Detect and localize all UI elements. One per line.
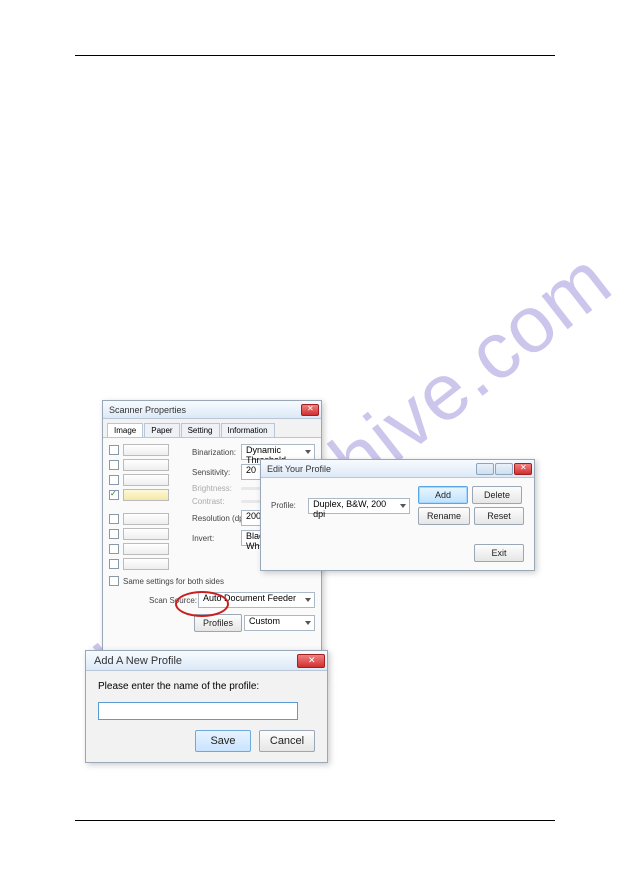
front-bw-swatch <box>123 489 169 501</box>
close-icon[interactable] <box>297 654 325 668</box>
rear-bw-swatch <box>123 558 169 570</box>
reset-button[interactable]: Reset <box>474 507 524 525</box>
list-item[interactable] <box>109 444 188 456</box>
custom-value: Custom <box>249 616 280 626</box>
checkbox-icon[interactable] <box>109 475 119 485</box>
binarization-select[interactable]: Dynamic Threshold <box>241 444 315 460</box>
scanner-properties-titlebar[interactable]: Scanner Properties <box>103 401 321 419</box>
tab-information[interactable]: Information <box>221 423 275 437</box>
cancel-button[interactable]: Cancel <box>259 730 315 752</box>
add-profile-dialog: Add A New Profile Please enter the name … <box>85 650 328 763</box>
brightness-label: Brightness: <box>192 484 237 493</box>
sensitivity-input[interactable]: 20 <box>241 464 261 480</box>
tab-setting[interactable]: Setting <box>181 423 220 437</box>
scan-source-value: Auto Document Feeder <box>203 593 296 603</box>
rename-button[interactable]: Rename <box>418 507 470 525</box>
profile-select[interactable]: Duplex, B&W, 200 dpi <box>308 498 410 514</box>
rear-gray-swatch <box>123 543 169 555</box>
checkbox-icon[interactable] <box>109 544 119 554</box>
contrast-label: Contrast: <box>192 497 237 506</box>
checkbox-icon[interactable] <box>109 445 119 455</box>
profiles-button[interactable]: Profiles <box>194 614 242 632</box>
scanner-properties-title: Scanner Properties <box>109 405 186 415</box>
close-icon[interactable] <box>514 463 532 475</box>
rear-color-swatch <box>123 528 169 540</box>
front-auto-color-swatch <box>123 444 169 456</box>
sensitivity-label: Sensitivity: <box>192 468 237 477</box>
resolution-label: Resolution (dpi): <box>192 514 237 523</box>
edit-profile-title: Edit Your Profile <box>267 464 331 474</box>
delete-button[interactable]: Delete <box>472 486 522 504</box>
scan-source-select[interactable]: Auto Document Feeder <box>198 592 315 608</box>
same-settings-label: Same settings for both sides <box>123 577 224 586</box>
tab-image[interactable]: Image <box>107 423 143 437</box>
checkbox-icon[interactable] <box>109 559 119 569</box>
list-item[interactable] <box>109 528 188 540</box>
rear-auto-color-swatch <box>123 513 169 525</box>
front-gray-swatch <box>123 474 169 486</box>
add-profile-title: Add A New Profile <box>94 655 182 667</box>
checkbox-icon[interactable] <box>109 576 119 586</box>
list-item[interactable] <box>109 459 188 471</box>
binarization-label: Binarization: <box>192 448 237 457</box>
checkbox-icon[interactable] <box>109 460 119 470</box>
list-item[interactable] <box>109 489 188 501</box>
tab-bar: Image Paper Setting Information <box>103 419 321 438</box>
list-item[interactable] <box>109 474 188 486</box>
list-item[interactable] <box>109 543 188 555</box>
page-bottom-rule <box>75 820 555 821</box>
add-profile-prompt: Please enter the name of the profile: <box>98 681 315 692</box>
exit-button[interactable]: Exit <box>474 544 524 562</box>
add-button[interactable]: Add <box>418 486 468 504</box>
edit-profile-dialog: Edit Your Profile Profile: Duplex, B&W, … <box>260 459 535 571</box>
resolution-value: 200 <box>246 511 261 521</box>
list-item[interactable] <box>109 558 188 570</box>
edit-profile-titlebar[interactable]: Edit Your Profile <box>261 460 534 478</box>
tab-paper[interactable]: Paper <box>144 423 179 437</box>
profile-label: Profile: <box>271 501 300 510</box>
add-profile-titlebar[interactable]: Add A New Profile <box>86 651 327 671</box>
custom-profile-select[interactable]: Custom <box>244 615 315 631</box>
close-icon[interactable] <box>301 404 319 416</box>
checkbox-icon[interactable] <box>109 514 119 524</box>
page-top-rule <box>75 55 555 56</box>
save-button[interactable]: Save <box>195 730 251 752</box>
checkbox-icon[interactable] <box>109 490 119 500</box>
scan-source-label: Scan Source: <box>149 596 194 605</box>
minimize-icon[interactable] <box>476 463 494 475</box>
checkbox-icon[interactable] <box>109 529 119 539</box>
list-item[interactable] <box>109 513 188 525</box>
profile-value: Duplex, B&W, 200 dpi <box>313 499 386 519</box>
profile-name-input[interactable] <box>98 702 298 720</box>
maximize-icon[interactable] <box>495 463 513 475</box>
front-color-swatch <box>123 459 169 471</box>
invert-label: Invert: <box>192 534 237 543</box>
same-settings-checkbox-row[interactable]: Same settings for both sides <box>109 576 315 586</box>
